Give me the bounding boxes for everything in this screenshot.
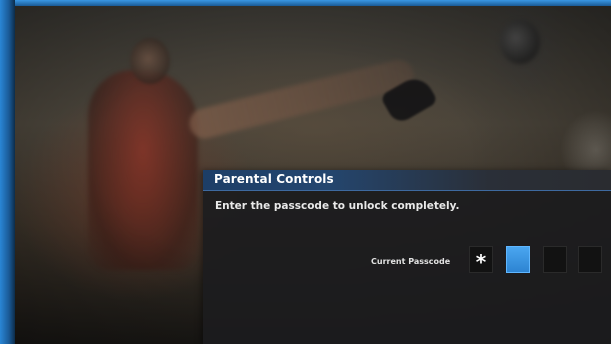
screen-frame-left	[0, 0, 15, 344]
dialog-title-bar: Parental Controls	[203, 170, 611, 191]
tv-screen: Parental Controls Enter the passcode to …	[0, 0, 611, 344]
parental-controls-dialog: Parental Controls Enter the passcode to …	[203, 170, 611, 344]
screen-frame-top	[0, 0, 611, 6]
current-passcode-label: Current Passcode	[371, 257, 451, 266]
passcode-digit-1[interactable]: *	[469, 246, 493, 274]
passcode-digit-3[interactable]	[543, 246, 567, 273]
passcode-digit-4[interactable]	[578, 246, 602, 273]
passcode-digit-2[interactable]	[506, 246, 530, 273]
dialog-message: Enter the passcode to unlock completely.	[215, 200, 460, 212]
dialog-title: Parental Controls	[214, 172, 334, 186]
